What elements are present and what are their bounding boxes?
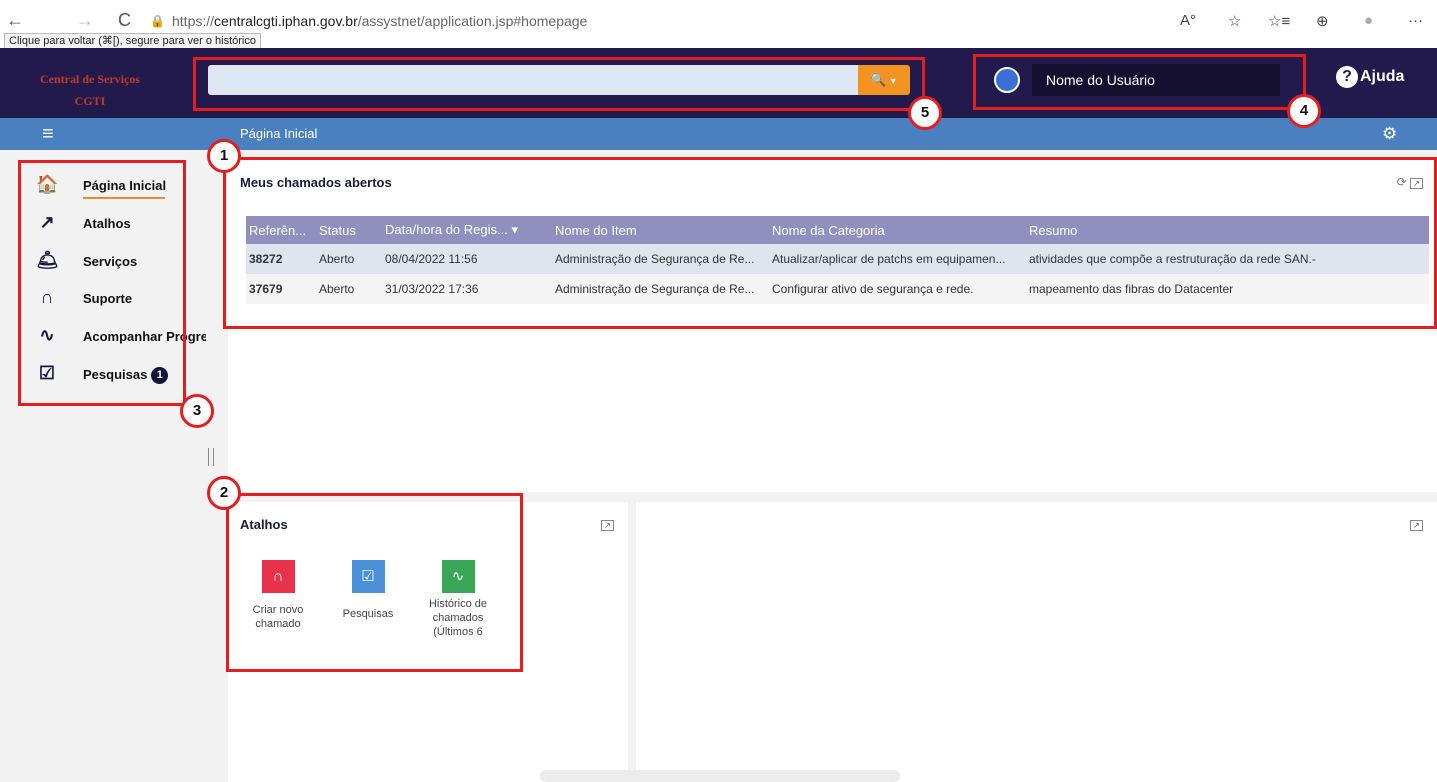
- horizontal-scrollbar[interactable]: [540, 770, 900, 782]
- callout-number: 4: [1287, 94, 1321, 128]
- callout-box-sidebar: [18, 160, 186, 406]
- help-link[interactable]: ? Ajuda: [1336, 66, 1404, 88]
- menu-icon[interactable]: ≡: [42, 123, 54, 146]
- favorites-icon[interactable]: ☆≡: [1268, 12, 1290, 30]
- collections-icon[interactable]: ⊕: [1316, 12, 1329, 30]
- page-title: Página Inicial: [240, 126, 318, 141]
- callout-number: 5: [908, 96, 942, 130]
- lock-icon: 🔒: [150, 14, 165, 28]
- address-bar[interactable]: https://centralcgti.iphan.gov.br/assystn…: [172, 13, 587, 29]
- add-favorite-icon[interactable]: ☆: [1228, 12, 1241, 30]
- profile-icon[interactable]: ●: [1364, 12, 1373, 29]
- callout-box-shortcuts: [226, 493, 523, 672]
- expand-icon[interactable]: ↗: [1410, 520, 1423, 531]
- back-tooltip: Clique para voltar (⌘[), segure para ver…: [4, 33, 261, 49]
- brand-logo[interactable]: Central de Serviços CGTI: [30, 68, 150, 112]
- forward-icon[interactable]: →: [76, 10, 94, 31]
- more-options-icon[interactable]: ···: [1408, 12, 1423, 29]
- read-aloud-icon[interactable]: A°: [1180, 12, 1196, 29]
- callout-box-user: [973, 54, 1306, 110]
- empty-panel: ↗: [636, 502, 1437, 782]
- gear-icon[interactable]: ⚙: [1382, 124, 1397, 144]
- expand-icon[interactable]: ↗: [601, 520, 614, 531]
- back-icon[interactable]: ←: [6, 10, 24, 31]
- reload-icon[interactable]: C: [118, 10, 131, 31]
- callout-number: 3: [180, 394, 214, 428]
- help-icon: ?: [1336, 66, 1358, 88]
- callout-number: 2: [207, 476, 241, 510]
- browser-toolbar: ← → C 🔒 https://centralcgti.iphan.gov.br…: [0, 0, 1437, 49]
- callout-box-search: [193, 57, 925, 111]
- callout-number: 1: [207, 139, 241, 173]
- callout-box-tickets: [223, 157, 1437, 329]
- sidebar-resize-handle[interactable]: [208, 448, 214, 466]
